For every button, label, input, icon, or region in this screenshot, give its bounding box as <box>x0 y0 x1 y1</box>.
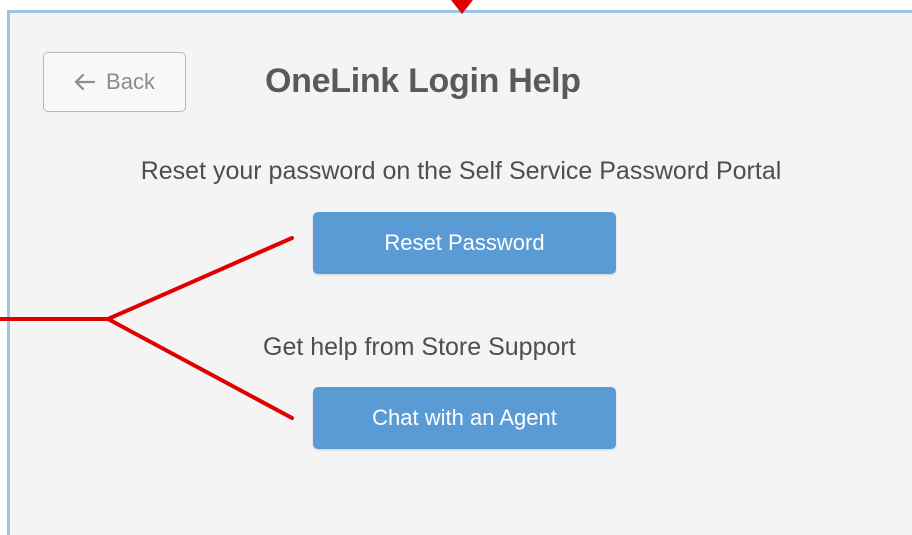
store-support-description: Get help from Store Support <box>263 333 576 361</box>
back-label: Back <box>106 69 155 94</box>
page-title: OneLink Login Help <box>265 62 581 100</box>
back-button[interactable]: Back <box>43 52 186 112</box>
chat-with-agent-button[interactable]: Chat with an Agent <box>313 387 616 449</box>
arrow-left-icon <box>74 73 96 91</box>
reset-password-button[interactable]: Reset Password <box>313 212 616 274</box>
screenshot-stage: Back OneLink Login Help Reset your passw… <box>0 0 912 535</box>
reset-password-description: Reset your password on the Self Service … <box>140 157 782 185</box>
